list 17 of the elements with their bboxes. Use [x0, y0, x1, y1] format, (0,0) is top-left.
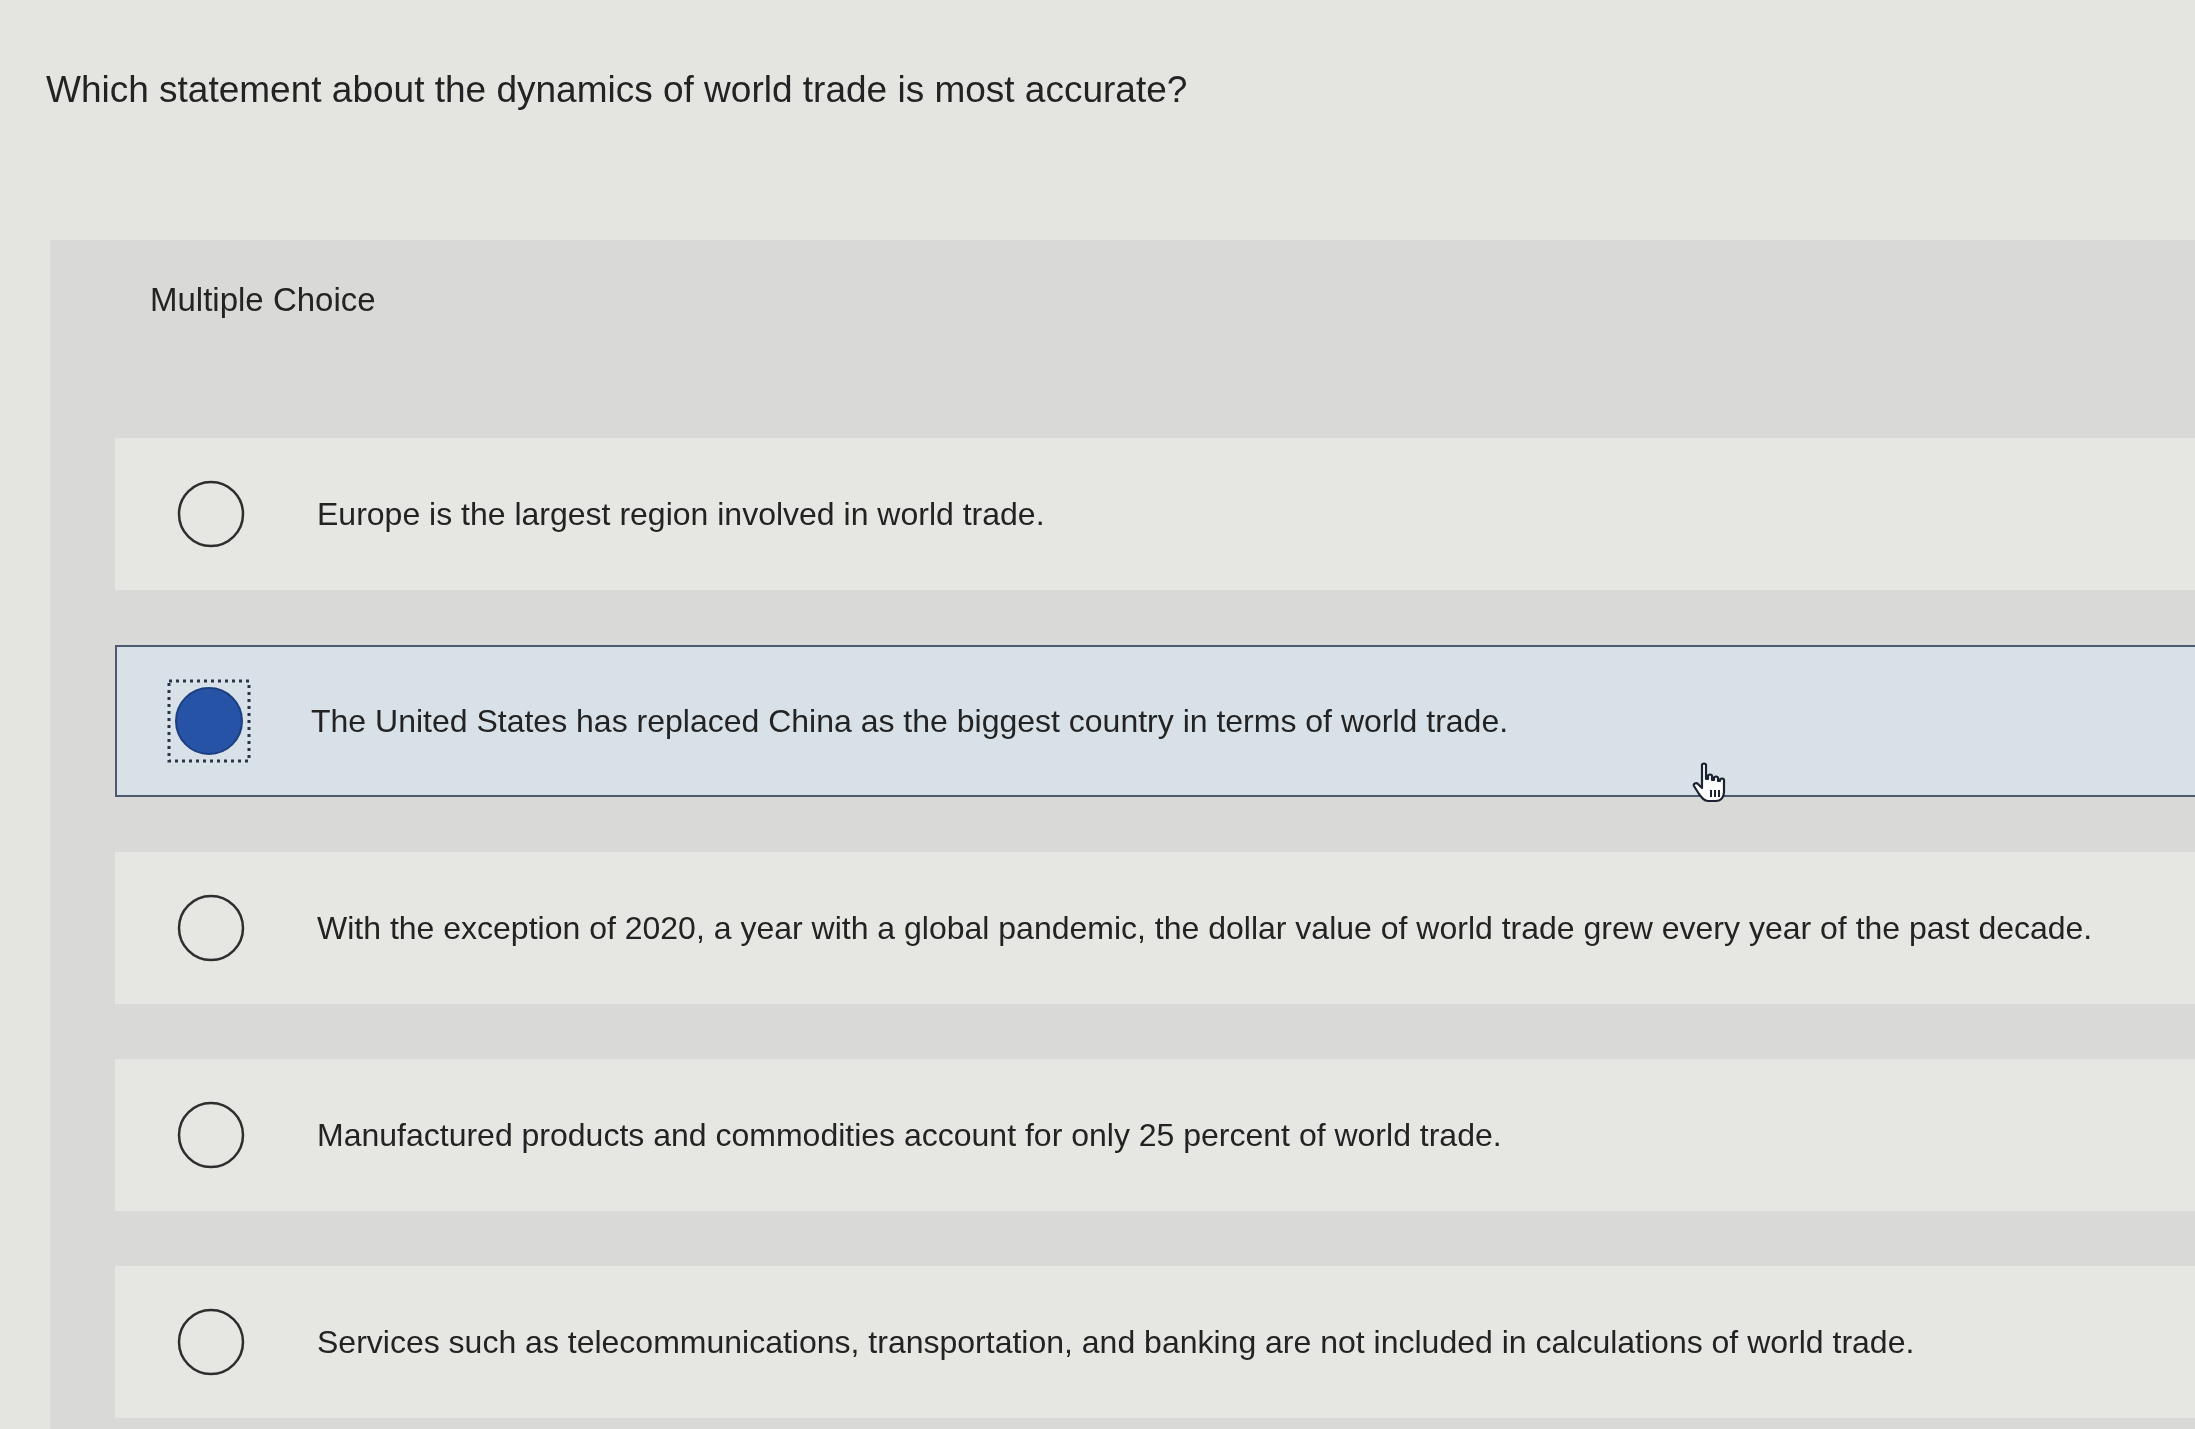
- option-row[interactable]: With the exception of 2020, a year with a global pandemic, the dollar value of world trade grew every year of the past decade.: [115, 852, 2195, 1004]
- option-row[interactable]: Manufactured products and commodities account for only 25 percent of world trade.: [115, 1059, 2195, 1211]
- option-text: Services such as telecommunications, transportation, and banking are not included in calculations of world trade.: [317, 1322, 1915, 1362]
- option-row[interactable]: Europe is the largest region involved in world trade.: [115, 438, 2195, 590]
- radio-button[interactable]: [177, 1308, 245, 1376]
- radio-button[interactable]: [167, 679, 251, 763]
- option-text: With the exception of 2020, a year with a global pandemic, the dollar value of world trade grew every year of the past decade.: [317, 908, 2093, 948]
- question-text: Which statement about the dynamics of world trade is most accurate?: [46, 68, 1188, 112]
- option-text: Europe is the largest region involved in world trade.: [317, 494, 1045, 534]
- option-text: The United States has replaced China as the biggest country in terms of world trade.: [311, 701, 1509, 741]
- radio-button[interactable]: [177, 1101, 245, 1169]
- option-row[interactable]: The United States has replaced China as the biggest country in terms of world trade.: [115, 645, 2195, 797]
- section-heading: Multiple Choice: [150, 280, 376, 320]
- option-text: Manufactured products and commodities account for only 25 percent of world trade.: [317, 1115, 1502, 1155]
- radio-button[interactable]: [177, 480, 245, 548]
- radio-button[interactable]: [177, 894, 245, 962]
- option-row[interactable]: Services such as telecommunications, transportation, and banking are not included in calculations of world trade.: [115, 1266, 2195, 1418]
